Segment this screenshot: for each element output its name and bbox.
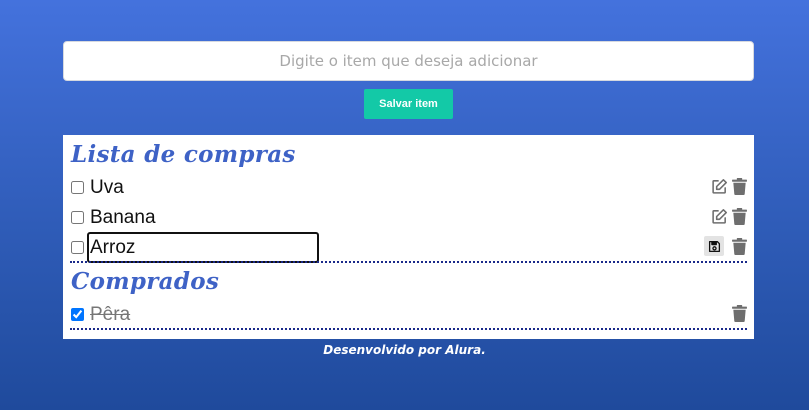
trash-icon[interactable] bbox=[729, 176, 749, 196]
purchased-divider bbox=[70, 328, 747, 330]
list-divider bbox=[70, 261, 747, 263]
add-item-input[interactable] bbox=[63, 41, 754, 81]
trash-icon[interactable] bbox=[729, 303, 749, 323]
item-checkbox-banana[interactable] bbox=[71, 211, 84, 224]
shopping-list-panel: Lista de compras Uva Banana Arroz Compra… bbox=[63, 135, 754, 339]
item-checkbox-pera[interactable] bbox=[71, 308, 84, 321]
list-item-editing bbox=[71, 232, 749, 263]
save-item-button[interactable]: Salvar item bbox=[364, 89, 453, 119]
edit-item-field[interactable] bbox=[87, 232, 319, 263]
purchased-title: Comprados bbox=[71, 268, 220, 295]
item-label: Banana bbox=[90, 207, 156, 228]
item-label: Uva bbox=[90, 177, 124, 198]
purchased-item: Pêra bbox=[71, 303, 747, 327]
edit-icon[interactable] bbox=[709, 206, 729, 226]
list-item: Banana bbox=[71, 206, 747, 230]
footer-credit: Desenvolvido por Alura. bbox=[323, 343, 486, 357]
edit-icon[interactable] bbox=[709, 176, 729, 196]
item-checkbox-uva[interactable] bbox=[71, 181, 84, 194]
list-item: Uva bbox=[71, 176, 747, 200]
item-label: Pêra bbox=[90, 304, 131, 325]
floppy-disk-icon[interactable] bbox=[704, 236, 724, 256]
trash-icon[interactable] bbox=[729, 236, 749, 256]
trash-icon[interactable] bbox=[729, 206, 749, 226]
item-checkbox-arroz[interactable] bbox=[71, 241, 84, 254]
shopping-list-title: Lista de compras bbox=[71, 141, 296, 168]
